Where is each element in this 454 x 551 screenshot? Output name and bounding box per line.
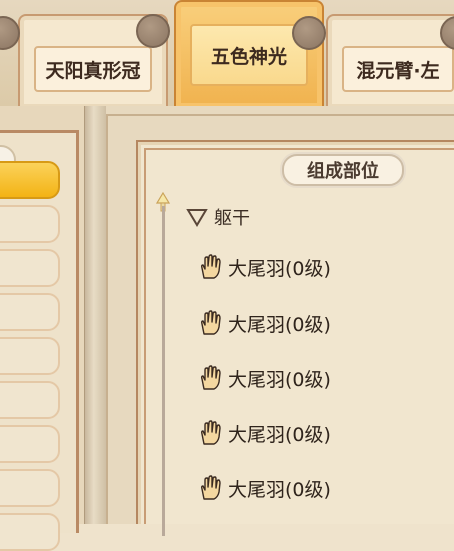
tab-knob-ornament (136, 14, 170, 48)
list-item[interactable] (0, 513, 60, 551)
part-label: 大尾羽(0级) (228, 423, 331, 446)
part-label: 大尾羽(0级) (228, 313, 331, 336)
tab-knob-ornament (0, 16, 20, 50)
panel-divider (84, 106, 107, 524)
tab-wuse-shenguang[interactable]: 五色神光 (174, 0, 324, 108)
scrollbar-track[interactable] (162, 206, 165, 536)
part-label: 大尾羽(0级) (228, 478, 331, 501)
group-header-torso[interactable]: 躯干 (186, 202, 250, 232)
section-title: 组成部位 (282, 154, 404, 186)
tab-label: 混元臂·左 (342, 46, 454, 92)
list-item-part[interactable]: 大尾羽(0级) (198, 363, 331, 393)
list-item[interactable] (0, 381, 60, 419)
hand-icon (200, 254, 221, 279)
left-list-panel (0, 106, 107, 551)
tab-label-active: 五色神光 (190, 24, 308, 86)
part-label: 大尾羽(0级) (228, 257, 331, 280)
list-item[interactable] (0, 469, 60, 507)
tab-knob-ornament (292, 16, 326, 50)
list-item-part[interactable]: 大尾羽(0级) (198, 418, 331, 448)
list-item-part[interactable]: 大尾羽(0级) (198, 308, 331, 338)
left-list (0, 130, 79, 551)
list-item[interactable] (0, 205, 60, 243)
hand-icon (200, 420, 221, 445)
list-item[interactable] (0, 337, 60, 375)
tab-bar: 天阳真形冠 混元臂·左 五色神光 (0, 0, 454, 108)
part-label: 大尾羽(0级) (228, 368, 331, 391)
list-item[interactable] (0, 293, 60, 331)
list-item-selected[interactable] (0, 161, 60, 199)
tab-label: 天阳真形冠 (34, 46, 152, 92)
hand-icon (200, 365, 221, 390)
parts-panel: 组成部位 躯干 大尾羽(0级) 大尾羽(0级) 大尾羽(0级) 大尾羽(0级) (106, 106, 454, 536)
triangle-down-icon (186, 209, 208, 227)
hand-icon (200, 310, 221, 335)
group-label: 躯干 (214, 208, 250, 229)
tab-wuse[interactable]: 混元臂·左 (326, 14, 454, 108)
list-item[interactable] (0, 425, 60, 463)
list-item-part[interactable]: 大尾羽(0级) (198, 252, 331, 282)
list-item-part[interactable]: 大尾羽(0级) (198, 473, 331, 503)
list-item[interactable] (0, 249, 60, 287)
hand-icon (200, 475, 221, 500)
